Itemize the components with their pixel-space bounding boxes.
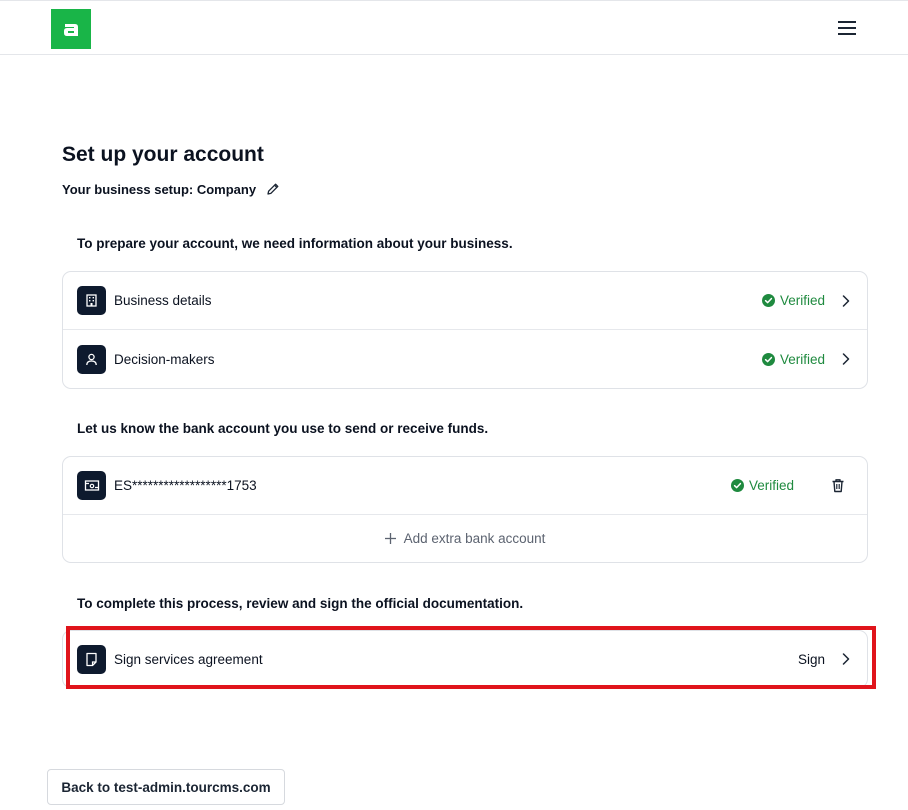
pencil-icon[interactable] xyxy=(266,182,280,196)
decision-makers-label: Decision-makers xyxy=(114,351,215,367)
bank-card-icon xyxy=(77,471,106,500)
decision-makers-status-text: Verified xyxy=(779,351,825,367)
back-button[interactable]: Back to test-admin.tourcms.com xyxy=(47,769,285,805)
add-bank-account-label: Add extra bank account xyxy=(403,531,546,546)
bank-account-status-text: Verified xyxy=(748,478,794,493)
person-icon xyxy=(77,344,106,374)
documents-card: Sign services agreement Sign xyxy=(62,630,868,688)
business-details-status: Verified xyxy=(761,293,825,308)
docs-section-heading: To complete this process, review and sig… xyxy=(77,596,524,611)
chevron-right-icon[interactable] xyxy=(839,352,853,366)
sign-action-label[interactable]: Sign xyxy=(798,652,825,667)
business-section-heading: To prepare your account, we need informa… xyxy=(77,236,513,251)
business-setup-line: Your business setup: Company xyxy=(62,180,280,198)
add-bank-account-button[interactable]: Add extra bank account xyxy=(63,515,867,562)
bank-section-heading: Let us know the bank account you use to … xyxy=(77,421,489,436)
check-circle-icon xyxy=(761,294,775,307)
plus-icon xyxy=(384,533,396,544)
check-circle-icon xyxy=(761,352,775,366)
page-title: Set up your account xyxy=(62,143,264,166)
check-circle-icon xyxy=(730,479,744,492)
business-details-row[interactable]: Business details Verified xyxy=(63,272,867,330)
bank-account-status: Verified xyxy=(730,478,794,493)
hamburger-menu-icon[interactable] xyxy=(836,17,858,39)
business-details-label: Business details xyxy=(114,293,212,308)
decision-makers-status: Verified xyxy=(761,351,825,367)
top-bar xyxy=(0,0,908,55)
chevron-right-icon[interactable] xyxy=(839,652,853,666)
bank-account-card: ES******************1753 Verified Add ex… xyxy=(62,456,868,563)
document-icon xyxy=(77,644,106,674)
building-icon xyxy=(77,286,106,315)
sign-agreement-row[interactable]: Sign services agreement Sign xyxy=(63,631,867,687)
decision-makers-row[interactable]: Decision-makers Verified xyxy=(63,330,867,388)
brand-logo-icon[interactable] xyxy=(51,9,91,49)
bank-account-row[interactable]: ES******************1753 Verified xyxy=(63,457,867,515)
trash-icon[interactable] xyxy=(830,478,846,494)
bank-account-number: ES******************1753 xyxy=(114,478,257,493)
business-details-status-text: Verified xyxy=(779,293,825,308)
business-setup-label: Your business setup: Company xyxy=(62,181,257,197)
chevron-right-icon[interactable] xyxy=(839,294,853,308)
business-info-card: Business details Verified Decision-maker… xyxy=(62,271,868,389)
sign-agreement-label: Sign services agreement xyxy=(114,651,263,667)
